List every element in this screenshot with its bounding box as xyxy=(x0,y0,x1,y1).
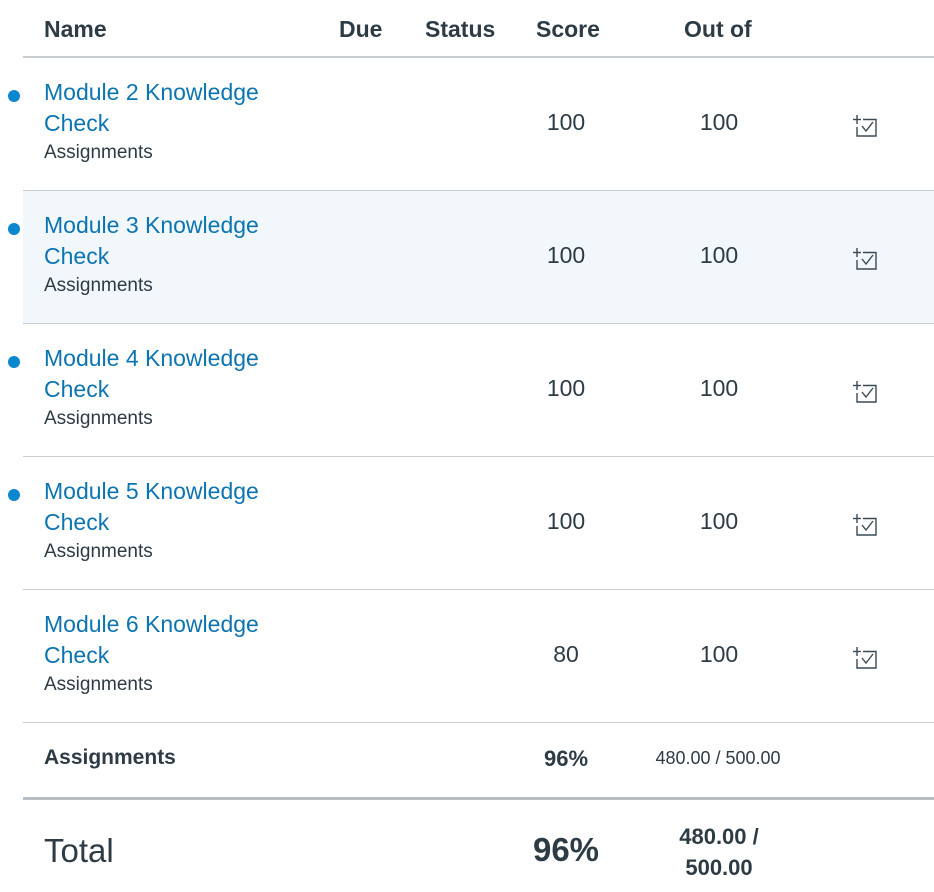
table-row: Module 4 Knowledge Check Assignments 100 10… xyxy=(8,324,934,457)
group-total-points: 480.00 / 500.00 xyxy=(655,748,781,768)
assignment-group-label: Assignments xyxy=(44,142,153,163)
assignment-link[interactable]: Module 2 Knowledge Check xyxy=(44,77,294,139)
rubric-checklist-icon[interactable] xyxy=(852,114,878,138)
column-header-due[interactable]: Due xyxy=(339,16,382,43)
group-total-label: Assignments xyxy=(44,746,176,769)
table-row: Module 5 Knowledge Check Assignments 100 10… xyxy=(8,457,934,590)
assignment-link[interactable]: Module 6 Knowledge Check xyxy=(44,609,294,671)
column-header-score[interactable]: Score xyxy=(536,16,600,43)
final-total-row: Total 96% 480.00 / 500.00 xyxy=(23,800,934,892)
table-row: Module 6 Knowledge Check Assignments 80 100 xyxy=(23,590,934,723)
unread-indicator-dot xyxy=(8,90,20,102)
assignment-link[interactable]: Module 4 Knowledge Check xyxy=(44,343,294,405)
unread-indicator-dot xyxy=(8,489,20,501)
final-total-points: 480.00 / 500.00 xyxy=(679,824,759,880)
assignment-score: 80 xyxy=(553,641,579,667)
assignment-score: 100 xyxy=(546,242,586,268)
assignment-group-label: Assignments xyxy=(44,541,153,562)
assignment-group-total-row: Assignments 96% 480.00 / 500.00 xyxy=(23,724,934,800)
rubric-checklist-icon[interactable] xyxy=(852,513,878,537)
assignment-group-label: Assignments xyxy=(44,408,153,429)
assignment-link[interactable]: Module 3 Knowledge Check xyxy=(44,210,294,272)
unread-indicator-dot xyxy=(8,223,20,235)
column-header-name[interactable]: Name xyxy=(44,16,107,43)
assignment-group-label: Assignments xyxy=(44,674,153,695)
rubric-checklist-icon[interactable] xyxy=(852,646,878,670)
assignment-score: 100 xyxy=(546,375,586,401)
group-total-percent: 96% xyxy=(543,746,589,771)
assignment-points-possible: 100 xyxy=(699,375,739,401)
assignment-link[interactable]: Module 5 Knowledge Check xyxy=(44,476,294,538)
assignment-score: 100 xyxy=(546,508,586,534)
assignment-points-possible: 100 xyxy=(699,109,739,135)
table-row: Module 3 Knowledge Check Assignments 100 10… xyxy=(8,191,934,324)
unread-indicator-dot xyxy=(8,356,20,368)
column-header-out-of[interactable]: Out of xyxy=(684,16,752,43)
final-total-label: Total xyxy=(44,832,114,869)
rubric-checklist-icon[interactable] xyxy=(852,247,878,271)
assignment-points-possible: 100 xyxy=(699,508,739,534)
table-row: Module 2 Knowledge Check Assignments 100 10… xyxy=(8,58,934,191)
grades-table: Name Due Status Score Out of Module 2 Kn… xyxy=(0,0,934,892)
assignment-score: 100 xyxy=(546,109,586,135)
final-total-percent: 96% xyxy=(532,831,600,868)
assignment-points-possible: 100 xyxy=(699,242,739,268)
grades-table-header: Name Due Status Score Out of xyxy=(23,0,934,58)
rubric-checklist-icon[interactable] xyxy=(852,380,878,404)
assignment-group-label: Assignments xyxy=(44,275,153,296)
column-header-status[interactable]: Status xyxy=(425,16,495,43)
assignment-points-possible: 100 xyxy=(699,641,739,667)
